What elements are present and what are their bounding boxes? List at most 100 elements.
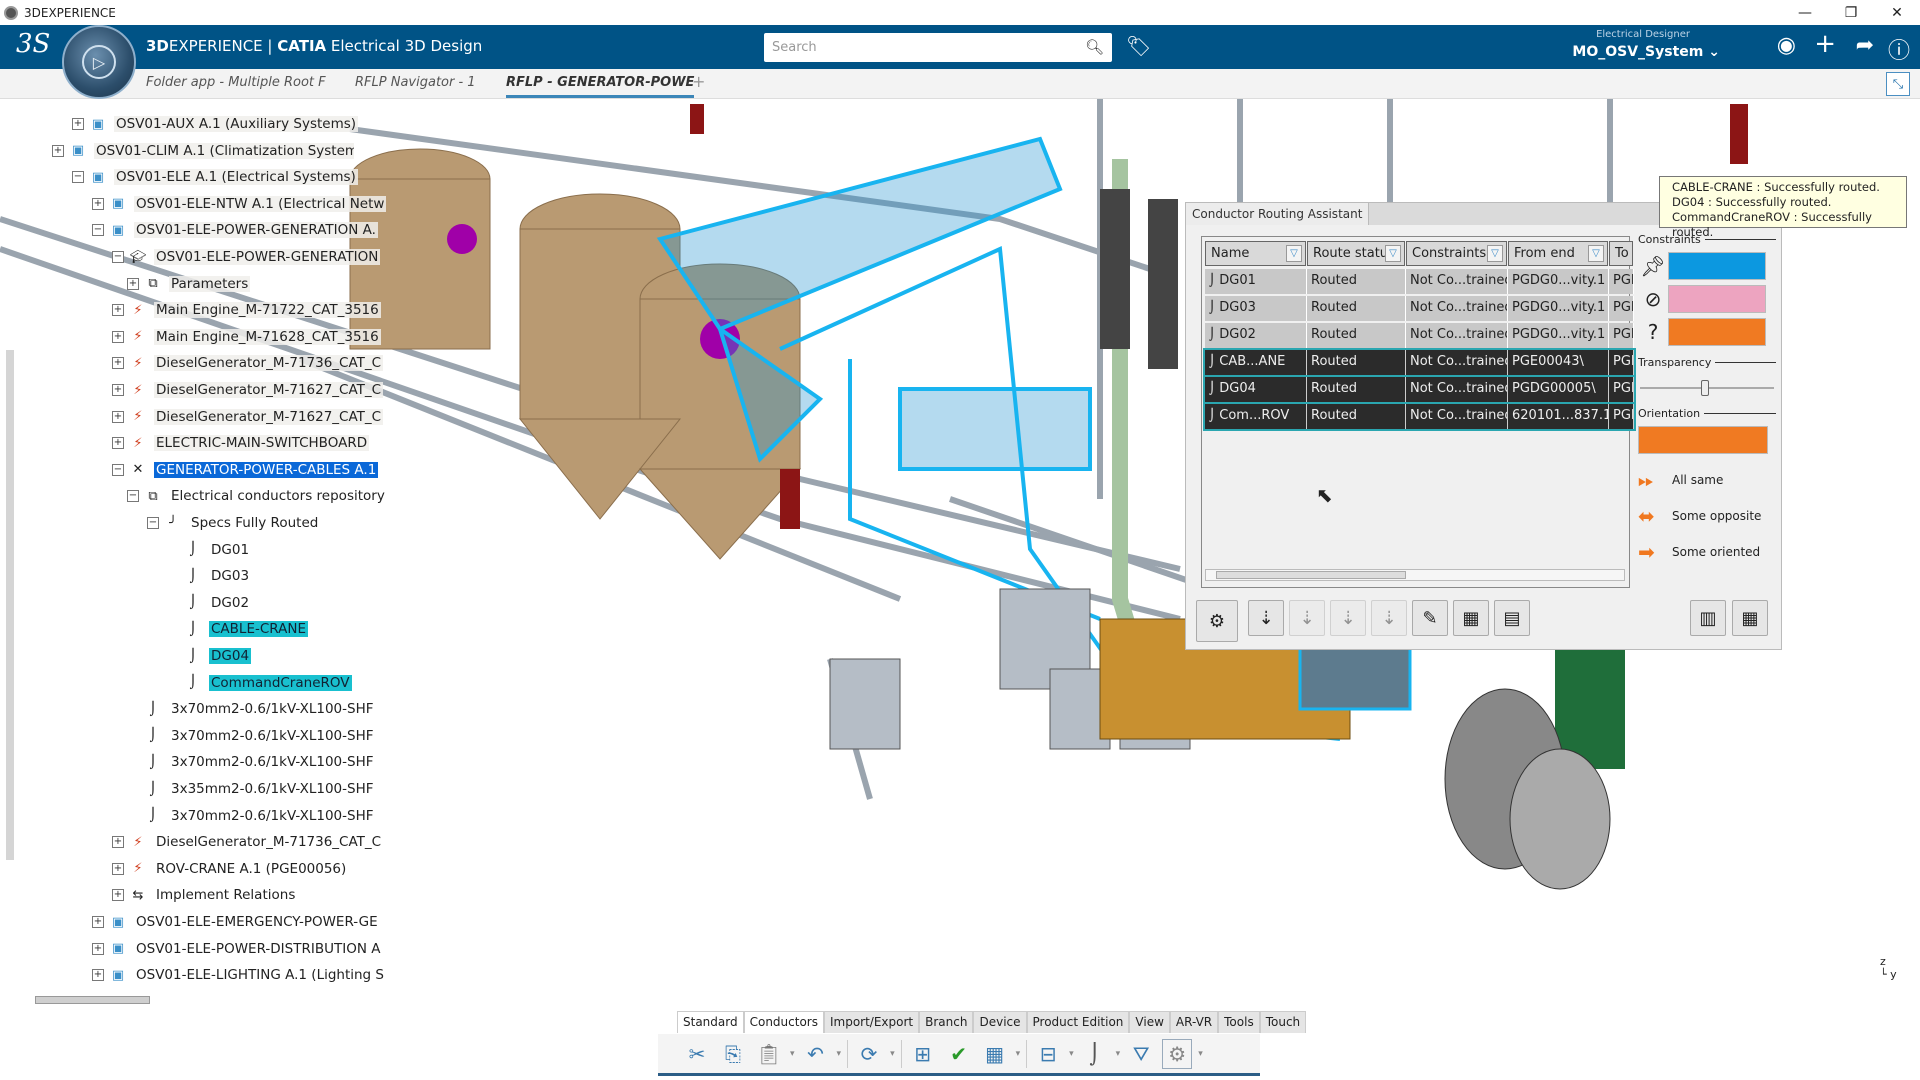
action-tab-branch[interactable]: Branch [919, 1011, 974, 1033]
erase-route-button[interactable]: ✎ [1412, 600, 1448, 636]
check-icon[interactable]: ✔ [944, 1039, 974, 1069]
tree-item[interactable]: + ⚡︎ ROV-CRANE A.1 (PGE00056) [112, 858, 348, 880]
collapse-icon[interactable]: − [72, 171, 84, 184]
tree-item[interactable]: ⌡ DG02 [167, 592, 251, 614]
add-icon[interactable]: + [1814, 29, 1836, 59]
search-icon[interactable]: 🔍︎ [1085, 38, 1104, 56]
expand-icon[interactable]: + [112, 357, 124, 370]
reroute-button[interactable]: ⇣ [1330, 600, 1366, 636]
collapse-icon[interactable]: − [127, 490, 139, 503]
table-row[interactable]: ⌡ DG04 Routed Not Co...trained PGDG00005\ PGI [1203, 375, 1636, 404]
play-icon[interactable]: ▷ [82, 45, 116, 79]
tree-item[interactable]: + ▣ OSV01-AUX A.1 (Auxiliary Systems) [72, 113, 359, 135]
tree-item[interactable]: ⌡ 3x70mm2-0.6/1kV-XL100-SHF [127, 805, 375, 827]
tree-item[interactable]: ⌡ DG04 [167, 645, 252, 667]
collapse-icon[interactable]: − [112, 463, 124, 476]
tree-item[interactable]: ⌡ DG01 [167, 539, 251, 561]
tree-item[interactable]: ⌡ 3x70mm2-0.6/1kV-XL100-SHF [127, 698, 375, 720]
table-row[interactable]: ⌡ DG02 Routed Not Co...trained PGDG0...vity.… [1205, 323, 1634, 348]
column-header[interactable]: Route statu ▽ [1307, 241, 1405, 266]
tab-rflp-navigator[interactable]: RFLP Navigator - 1 [355, 75, 476, 90]
route-button[interactable]: ⇣ [1248, 600, 1284, 636]
tree-item[interactable]: + ⚡︎ DieselGenerator_M-71736_CAT_C [112, 831, 383, 853]
tree-item[interactable]: ⌡ 3x70mm2-0.6/1kV-XL100-SHF [127, 751, 375, 773]
share-icon[interactable]: ➦ [1856, 33, 1874, 58]
copy-icon[interactable]: ⎘ [718, 1039, 748, 1069]
expand-icon[interactable]: + [112, 862, 124, 875]
tree-item[interactable]: − 🎓︎ OSV01-ELE-POWER-GENERATION [112, 246, 381, 268]
tree-item[interactable]: + ⚡︎ Main Engine_M-71628_CAT_3516 [112, 326, 381, 348]
tree-item[interactable]: + ▣ OSV01-ELE-NTW A.1 (Electrical Netw [92, 193, 387, 215]
compass-widget[interactable]: ▷ [62, 25, 136, 99]
tree-item[interactable]: − ▣ OSV01-ELE-POWER-GENERATION A. [92, 219, 378, 241]
reroute-all-button[interactable]: ⇣ [1371, 600, 1407, 636]
tree-item[interactable]: ⌡ 3x70mm2-0.6/1kV-XL100-SHF [127, 725, 375, 747]
table-view-button[interactable]: ▤ [1494, 600, 1530, 636]
table-row[interactable]: ⌡ DG01 Routed Not Co...trained PGDG0...vity.… [1205, 269, 1634, 294]
table-row[interactable]: ⌡ DG03 Routed Not Co...trained PGDG0...vity.… [1205, 296, 1634, 321]
table-row[interactable]: ⌡ CAB...ANE Routed Not Co...trained PGE00043… [1203, 348, 1636, 377]
forbidden-constraint-color[interactable] [1668, 285, 1766, 313]
user-profile-icon[interactable]: ◉ [1777, 33, 1796, 58]
ds-logo-icon[interactable]: 3S [16, 29, 50, 59]
tree-item[interactable]: + ▣ OSV01-CLIM A.1 (Climatization Systems [52, 140, 354, 162]
filter-icon[interactable]: ▽ [1588, 245, 1604, 262]
action-tab-device[interactable]: Device [973, 1011, 1027, 1033]
expand-icon[interactable]: + [92, 916, 104, 928]
tab-rflp-generator[interactable]: RFLP - GENERATOR-POWE [506, 75, 695, 98]
tree-item[interactable]: + ⇆ Implement Relations [112, 884, 297, 906]
conductor-table[interactable]: Name ▽ Route statu ▽ Constraints ▽ From end ▽ To… [1201, 236, 1636, 588]
fixed-constraint-color[interactable] [1668, 252, 1766, 280]
paste-icon[interactable]: 📋︎ [754, 1039, 784, 1069]
expand-icon[interactable]: + [112, 410, 124, 423]
tree-item[interactable]: ⌡ DG03 [167, 565, 251, 587]
column-header[interactable]: To [1609, 241, 1633, 266]
action-tab-view[interactable]: View [1129, 1011, 1170, 1033]
scroll-thumb[interactable] [1216, 571, 1406, 579]
expand-icon[interactable]: + [92, 969, 104, 982]
table-icon[interactable]: ▦ [980, 1039, 1010, 1069]
expand-icon[interactable]: + [92, 942, 104, 955]
filter-icon[interactable]: ▽ [1286, 245, 1302, 262]
action-tab-product-edition[interactable]: Product Edition [1026, 1011, 1130, 1033]
update-icon[interactable]: ⟳ [854, 1039, 884, 1069]
action-tab-standard[interactable]: Standard [677, 1011, 744, 1033]
filter-icon[interactable]: ▽ [1487, 245, 1503, 262]
slider-knob[interactable] [1701, 380, 1709, 396]
search-input[interactable]: Search 🔍︎ [764, 33, 1112, 62]
tree-item[interactable]: ⌡ CommandCraneROV [167, 672, 352, 694]
tree-item[interactable]: + ⧉ Parameters [127, 273, 251, 295]
expand-icon[interactable]: + [112, 304, 124, 317]
transparency-slider[interactable] [1638, 373, 1776, 403]
action-tab-import-export[interactable]: Import/Export [823, 1011, 920, 1033]
unknown-constraint-color[interactable] [1668, 318, 1766, 346]
segment-analysis-button[interactable]: ▦ [1732, 600, 1768, 636]
restore-window-button[interactable]: ❐ [1828, 0, 1874, 25]
tag-icon[interactable]: 🏷︎ [1126, 34, 1151, 58]
filter-icon[interactable]: ▽ [1385, 245, 1401, 262]
add-tab-button[interactable]: + [692, 72, 705, 91]
collapse-view-button[interactable]: ⤡ [1886, 72, 1910, 96]
tree-item[interactable]: + ▣ OSV01-ELE-POWER-DISTRIBUTION A [92, 938, 382, 960]
cut-icon[interactable]: ✂ [682, 1039, 712, 1069]
table-row[interactable]: ⌡ Com...ROV Routed Not Co...trained 620101..… [1203, 402, 1636, 431]
export-table-button[interactable]: ▦ [1453, 600, 1489, 636]
collapse-icon[interactable]: − [147, 517, 159, 529]
collapse-icon[interactable]: − [92, 224, 104, 237]
expand-icon[interactable]: + [112, 330, 124, 343]
tree-item[interactable]: + ▣ OSV01-ELE-LIGHTING A.1 (Lighting S [92, 964, 386, 986]
expand-icon[interactable]: + [127, 277, 139, 290]
column-header[interactable]: From end ▽ [1508, 241, 1608, 266]
expand-icon[interactable]: + [92, 197, 104, 210]
orientation-color[interactable] [1638, 426, 1768, 454]
routing-settings-button[interactable]: ⚙ [1196, 600, 1238, 642]
tree-item[interactable]: + ⚡︎ DieselGenerator_M-71627_CAT_C [112, 406, 384, 428]
routing-assistant-icon[interactable]: ⚙ [1162, 1038, 1193, 1069]
action-tab-tools[interactable]: Tools [1218, 1011, 1260, 1033]
action-tab-touch[interactable]: Touch [1259, 1011, 1307, 1033]
product-tree[interactable]: + ▣ OSV01-AUX A.1 (Auxiliary Systems) + ▣ OSV… [0, 99, 387, 1009]
help-icon[interactable]: ⓘ [1888, 33, 1910, 65]
tree-item[interactable]: − ✕ GENERATOR-POWER-CABLES A.1 [112, 459, 379, 481]
conductor-icon[interactable]: ⊟ [1033, 1039, 1063, 1069]
fill-ratio-button[interactable]: ▥ [1690, 600, 1726, 636]
